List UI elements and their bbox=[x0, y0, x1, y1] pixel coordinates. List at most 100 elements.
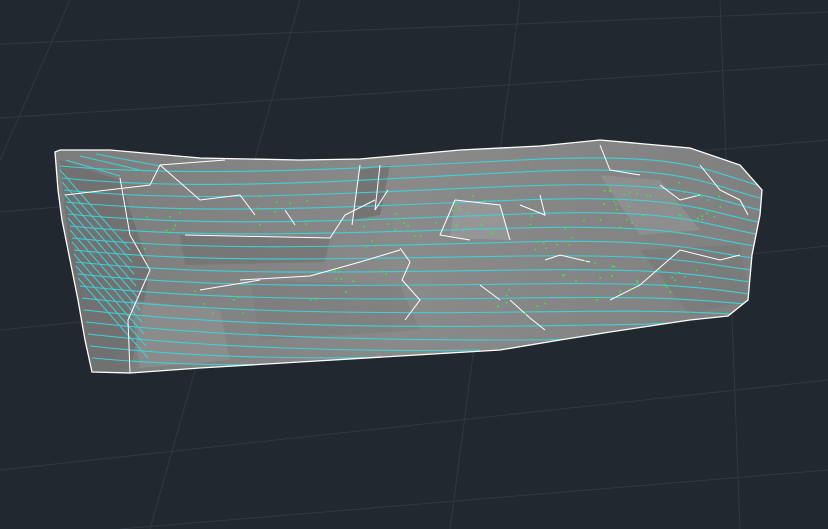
survey-point bbox=[178, 207, 181, 210]
survey-point bbox=[385, 273, 387, 276]
survey-point bbox=[707, 199, 709, 201]
survey-point bbox=[289, 202, 292, 205]
survey-point bbox=[696, 194, 698, 197]
survey-point bbox=[165, 229, 168, 232]
survey-point bbox=[454, 203, 457, 206]
survey-point bbox=[564, 227, 567, 230]
survey-point bbox=[505, 301, 508, 304]
survey-point bbox=[395, 212, 397, 215]
tin-surface-icon[interactable] bbox=[54, 139, 763, 374]
survey-point bbox=[378, 244, 380, 247]
survey-point bbox=[306, 199, 309, 202]
survey-point bbox=[626, 218, 628, 221]
survey-point bbox=[536, 305, 539, 308]
survey-point bbox=[394, 228, 396, 231]
survey-point bbox=[202, 302, 205, 305]
survey-point bbox=[534, 248, 537, 251]
survey-point bbox=[683, 191, 686, 194]
survey-point bbox=[631, 222, 634, 225]
survey-point bbox=[615, 203, 617, 206]
survey-point bbox=[530, 215, 533, 218]
survey-point bbox=[333, 270, 336, 272]
survey-point bbox=[718, 195, 721, 198]
survey-point bbox=[556, 244, 559, 246]
survey-point bbox=[623, 193, 626, 196]
survey-point bbox=[575, 280, 577, 282]
survey-point bbox=[212, 312, 214, 315]
survey-point bbox=[611, 274, 614, 277]
survey-point bbox=[466, 211, 468, 214]
survey-point bbox=[455, 224, 458, 227]
survey-point bbox=[365, 246, 368, 248]
model-space-viewport[interactable] bbox=[0, 0, 828, 529]
survey-point bbox=[663, 283, 666, 286]
survey-point bbox=[156, 243, 159, 246]
survey-point bbox=[635, 279, 638, 282]
survey-point bbox=[472, 195, 475, 197]
survey-point bbox=[628, 191, 631, 194]
survey-point bbox=[274, 210, 277, 213]
survey-point bbox=[599, 276, 602, 279]
survey-point bbox=[143, 248, 146, 250]
survey-point bbox=[596, 298, 599, 301]
survey-point bbox=[524, 313, 527, 315]
survey-point bbox=[508, 288, 511, 291]
survey-point bbox=[407, 225, 410, 228]
survey-point bbox=[465, 227, 468, 230]
survey-point bbox=[658, 269, 661, 271]
survey-point bbox=[684, 276, 686, 278]
survey-point bbox=[646, 194, 649, 197]
survey-point bbox=[458, 208, 461, 211]
survey-point bbox=[678, 271, 681, 274]
survey-point bbox=[612, 200, 615, 203]
survey-point bbox=[698, 281, 701, 283]
survey-point bbox=[697, 217, 699, 220]
survey-point bbox=[594, 262, 597, 264]
survey-point bbox=[362, 225, 365, 228]
survey-point bbox=[419, 235, 422, 238]
survey-point bbox=[172, 228, 175, 231]
survey-point bbox=[671, 276, 674, 279]
survey-point bbox=[705, 212, 708, 215]
survey-point bbox=[699, 207, 701, 210]
survey-point bbox=[396, 218, 399, 221]
survey-point bbox=[619, 226, 622, 229]
survey-point bbox=[483, 199, 486, 202]
survey-point bbox=[674, 279, 676, 282]
survey-point bbox=[387, 223, 389, 225]
survey-point bbox=[613, 265, 616, 268]
survey-point bbox=[627, 205, 630, 208]
survey-point bbox=[665, 286, 668, 289]
survey-point bbox=[335, 278, 337, 281]
survey-point bbox=[619, 290, 621, 293]
survey-point bbox=[669, 291, 672, 294]
survey-point bbox=[584, 260, 587, 262]
survey-point bbox=[339, 270, 341, 273]
survey-point bbox=[497, 305, 499, 308]
survey-point bbox=[642, 214, 644, 217]
survey-point bbox=[680, 215, 682, 217]
survey-point bbox=[380, 270, 383, 273]
survey-point bbox=[452, 209, 454, 212]
survey-point bbox=[370, 218, 372, 220]
survey-point bbox=[695, 269, 698, 272]
survey-point bbox=[169, 215, 171, 218]
survey-point bbox=[237, 296, 240, 299]
survey-point bbox=[545, 247, 547, 250]
survey-point bbox=[275, 201, 278, 203]
survey-point bbox=[174, 224, 177, 227]
survey-point bbox=[345, 291, 347, 293]
survey-point bbox=[402, 222, 405, 225]
survey-point bbox=[678, 181, 680, 184]
survey-point bbox=[536, 240, 539, 243]
survey-point bbox=[636, 281, 639, 284]
survey-point bbox=[168, 232, 171, 234]
survey-point bbox=[505, 294, 508, 297]
survey-point bbox=[571, 237, 574, 239]
survey-point bbox=[309, 298, 312, 301]
survey-point bbox=[233, 298, 235, 301]
survey-point bbox=[713, 215, 716, 218]
survey-point bbox=[615, 208, 618, 211]
survey-point bbox=[340, 278, 343, 280]
survey-point bbox=[494, 228, 497, 231]
